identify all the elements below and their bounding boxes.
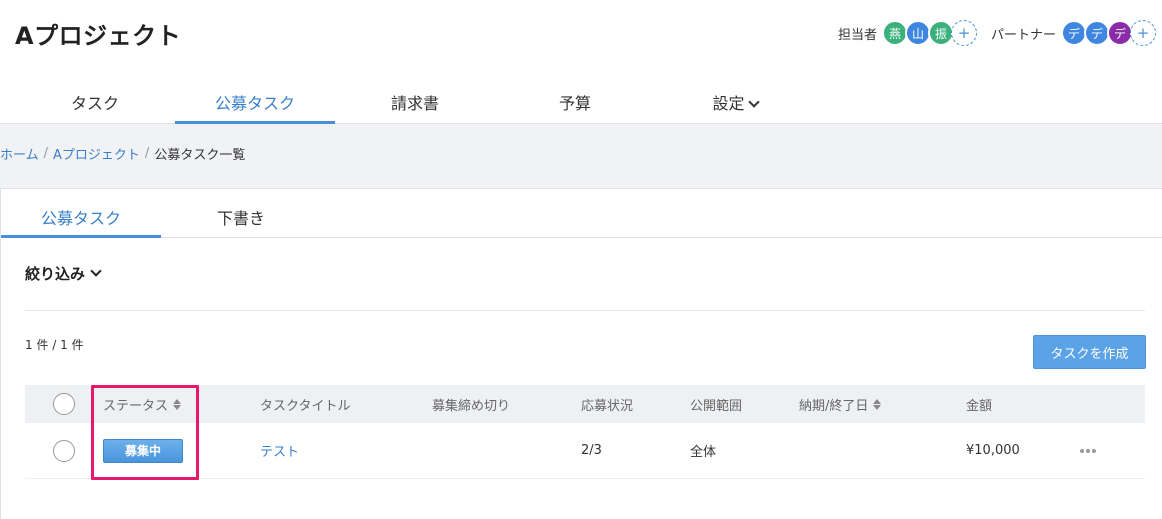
- tab-settings[interactable]: 設定: [655, 84, 815, 124]
- members-area: 担当者 燕 山 振 + パートナー デ デ デ +: [824, 20, 1156, 46]
- task-list-panel: 公募タスク 下書き 絞り込み 1 件 / 1 件 タスクを作成 ステータス タス…: [0, 188, 1162, 519]
- amount-header: 金額: [966, 398, 993, 414]
- chevron-down-icon: [90, 264, 102, 277]
- status-badge: 募集中: [103, 438, 183, 463]
- table-header: ステータス タスクタイトル 募集締め切り 応募状況 公開範囲 納期/終了日 金額: [25, 385, 1145, 423]
- title-cell: テスト: [260, 423, 299, 478]
- filter-label: 絞り込み: [25, 265, 86, 283]
- scope-header: 公開範囲: [690, 398, 743, 414]
- sub-tabs: 公募タスク 下書き: [1, 189, 1162, 238]
- breadcrumb-current: 公募タスク一覧: [154, 148, 246, 163]
- divider: [25, 310, 1145, 311]
- tab-label: 設定: [712, 94, 745, 113]
- title-header: タスクタイトル: [260, 398, 351, 414]
- row-actions[interactable]: [1080, 423, 1096, 478]
- project-title: Aプロジェクト: [15, 22, 182, 50]
- app-header: Aプロジェクト 担当者 燕 山 振 + パートナー デ デ デ + タスク 公募…: [0, 0, 1162, 124]
- breadcrumb-separator: /: [43, 146, 49, 161]
- due-header-label: 納期/終了日: [799, 398, 869, 414]
- add-partner-button[interactable]: +: [1130, 20, 1156, 46]
- tab-invoices[interactable]: 請求書: [335, 84, 495, 124]
- row-select-cell: [53, 423, 75, 478]
- applications-header: 応募状況: [581, 398, 634, 414]
- amount-cell: ¥10,000: [966, 443, 1020, 458]
- filter-toggle[interactable]: 絞り込み: [25, 263, 102, 284]
- breadcrumb-separator: /: [144, 146, 150, 161]
- result-count: 1 件 / 1 件: [25, 338, 84, 352]
- status-header-label: ステータス: [103, 398, 169, 414]
- table-row: 募集中 テスト 2/3 全体 ¥10,000: [25, 423, 1145, 479]
- sort-icon[interactable]: [873, 398, 882, 410]
- tab-label: 予算: [558, 94, 591, 113]
- task-title-link[interactable]: テスト: [260, 441, 299, 460]
- scope-cell: 全体: [690, 445, 717, 460]
- more-options-icon[interactable]: [1080, 448, 1096, 453]
- breadcrumb-project[interactable]: Aプロジェクト: [53, 144, 140, 163]
- partner-group: パートナー デ デ デ +: [991, 20, 1156, 46]
- create-task-button[interactable]: タスクを作成: [1033, 335, 1146, 369]
- breadcrumb: ホーム / Aプロジェクト / 公募タスク一覧: [0, 144, 245, 163]
- due-header[interactable]: 納期/終了日: [799, 385, 882, 423]
- assignee-group: 担当者 燕 山 振 +: [838, 20, 977, 46]
- tab-label: 公募タスク: [214, 94, 295, 113]
- select-all-checkbox[interactable]: [53, 393, 75, 415]
- deadline-header: 募集締め切り: [432, 398, 511, 414]
- status-cell: 募集中: [103, 423, 183, 478]
- sort-icon[interactable]: [173, 398, 182, 410]
- main-tabs: タスク 公募タスク 請求書 予算 設定: [15, 84, 815, 124]
- tab-label: タスク: [70, 94, 119, 113]
- partner-label: パートナー: [990, 27, 1056, 43]
- chevron-down-icon: [747, 96, 760, 108]
- breadcrumb-home[interactable]: ホーム: [0, 144, 39, 163]
- row-checkbox[interactable]: [53, 439, 75, 462]
- subtab-public-tasks[interactable]: 公募タスク: [1, 189, 161, 238]
- select-all-cell: [53, 385, 75, 423]
- tab-tasks[interactable]: タスク: [15, 84, 175, 124]
- applications-cell: 2/3: [581, 443, 602, 458]
- add-assignee-button[interactable]: +: [950, 20, 977, 46]
- tab-budget[interactable]: 予算: [495, 84, 655, 124]
- task-table: ステータス タスクタイトル 募集締め切り 応募状況 公開範囲 納期/終了日 金額…: [25, 385, 1145, 479]
- subtab-drafts[interactable]: 下書き: [161, 189, 321, 238]
- tab-label: 請求書: [390, 94, 439, 113]
- subtab-label: 公募タスク: [40, 209, 121, 228]
- status-header[interactable]: ステータス: [103, 385, 182, 423]
- assignee-label: 担当者: [837, 27, 877, 43]
- subtab-label: 下書き: [216, 209, 265, 228]
- tab-public-tasks[interactable]: 公募タスク: [175, 84, 335, 124]
